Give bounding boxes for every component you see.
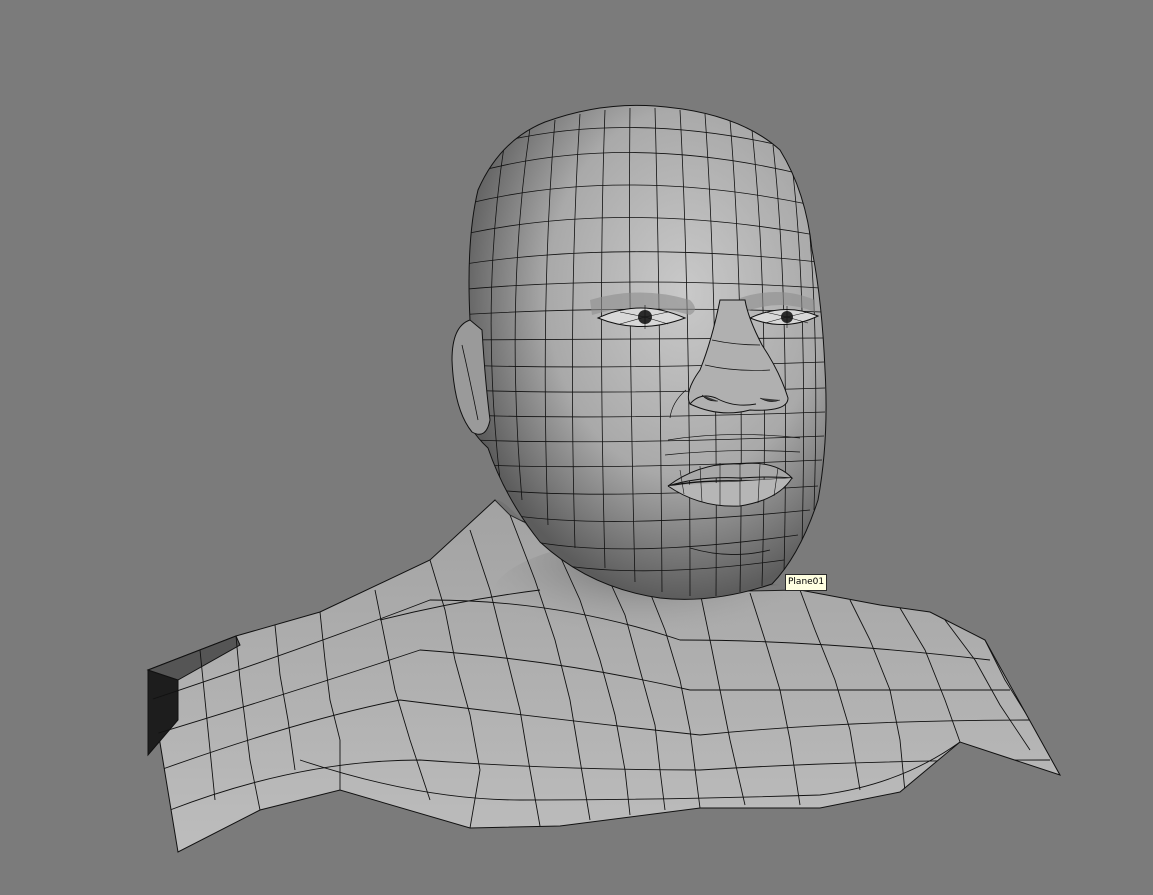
object-name-tooltip: Plane01 — [785, 574, 828, 591]
head-bust-wireframe-model[interactable] — [0, 0, 1153, 895]
3d-viewport[interactable]: Plane01 — [0, 0, 1153, 895]
